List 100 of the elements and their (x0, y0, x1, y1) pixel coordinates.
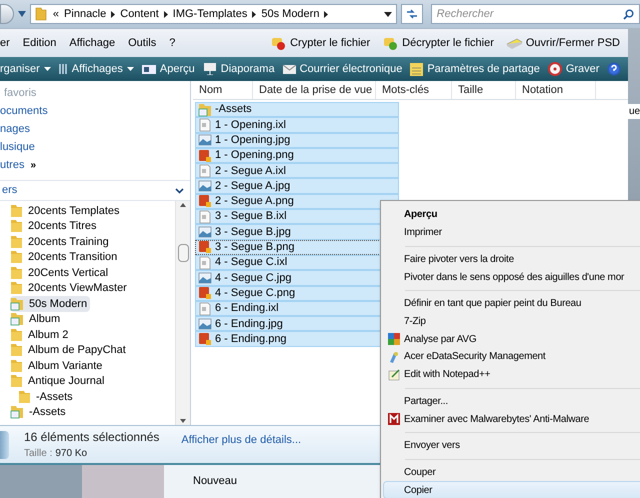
dropdown-arrow-icon[interactable] (384, 12, 392, 16)
scrollbar[interactable] (175, 201, 190, 425)
menu-item[interactable]: er (0, 34, 10, 52)
toolbar-button[interactable]: Aperçu (142, 60, 195, 78)
toolbar-button[interactable]: Courrier électronique (282, 60, 402, 78)
column-header[interactable]: Taille (452, 81, 516, 99)
menu-item[interactable]: Edition (22, 34, 56, 52)
tree-item[interactable]: 50s Modern (10, 296, 90, 312)
file-row[interactable]: 2 - Segue A.ixl (195, 163, 399, 178)
image-icon (198, 133, 212, 148)
folder-icon (10, 219, 23, 234)
toolbar-button[interactable]: Affichages (58, 60, 134, 78)
envelope-icon (282, 64, 296, 74)
menu-item[interactable]: Acer eDataSecurity Management (383, 348, 640, 366)
breadcrumb[interactable]: IMG-Templates (172, 6, 248, 22)
file-row[interactable]: 1 - Opening.ixl (195, 117, 399, 133)
toolbar-button[interactable]: Diaporama (202, 60, 275, 78)
document-icon (198, 210, 212, 224)
size-label: Taille : (24, 447, 52, 461)
scroll-down-icon[interactable] (180, 419, 186, 423)
image-folder-icon (198, 102, 212, 117)
m-logo-icon (388, 413, 400, 426)
command-button[interactable]: Décrypter le fichier (382, 34, 494, 52)
overflow-button[interactable]: « (52, 6, 60, 22)
menu-item[interactable]: Partager... (383, 392, 640, 410)
file-row[interactable]: 1 - Opening.png (195, 148, 399, 164)
chevron-down-icon[interactable] (175, 188, 184, 194)
more-button[interactable]: » (30, 158, 36, 172)
dropdown-arrow-icon (126, 67, 134, 71)
tree-item[interactable]: Album Variante (10, 358, 106, 374)
refresh-icon (406, 9, 418, 19)
menu-item[interactable]: Edit with Notepad++ (383, 366, 640, 384)
help-icon (607, 62, 622, 76)
chevron-right-icon[interactable] (111, 10, 116, 18)
picture-icon (198, 332, 212, 346)
document-icon (198, 164, 212, 178)
image-folder-icon (10, 312, 24, 326)
column-header[interactable]: Nom (193, 81, 253, 99)
menu-item[interactable]: Affichage (69, 34, 116, 52)
menu-item[interactable]: Outils (128, 34, 156, 52)
files-icon (0, 430, 9, 458)
chevron-right-icon[interactable] (324, 10, 328, 18)
menu-item[interactable]: Copier (383, 481, 640, 498)
help-button[interactable] (607, 62, 622, 76)
favorite-link[interactable]: ocuments (0, 102, 190, 120)
tree-item[interactable]: Album (10, 312, 64, 327)
tree-item[interactable]: 20cents Transition (10, 250, 120, 265)
command-button[interactable]: Ouvrir/Fermer PSD (506, 34, 620, 52)
folder-icon (10, 281, 23, 296)
folder-icon (10, 343, 23, 358)
document-icon (198, 302, 212, 316)
column-header[interactable]: Notation (516, 81, 596, 99)
tree-item[interactable]: 20cents Training (10, 234, 112, 250)
tree-item[interactable]: -Assets (18, 389, 76, 404)
tree-item[interactable]: Antique Journal (10, 374, 108, 389)
menu-item[interactable]: Examiner avec Malwarebytes' Anti-Malware (383, 410, 640, 428)
breadcrumb[interactable]: Content (120, 6, 159, 22)
toolbar-button[interactable]: Graver (548, 60, 600, 78)
menu-item[interactable]: Nouveau (193, 473, 238, 490)
column-header[interactable]: Date de la prise de vue (253, 81, 376, 99)
scroll-thumb[interactable] (178, 244, 188, 262)
tree-item[interactable]: -Assets (10, 404, 69, 420)
favorite-link[interactable]: nages (0, 120, 190, 138)
tree-item[interactable]: 20cents Templates (10, 203, 123, 218)
image-icon (198, 316, 212, 331)
toolbar-button[interactable]: Paramètres de partage (410, 60, 540, 78)
refresh-button[interactable] (400, 4, 423, 24)
disc-icon (548, 62, 562, 76)
tree-item[interactable]: Album 2 (10, 327, 72, 342)
size-value: 970 Ko (55, 447, 88, 461)
toolbar-button[interactable]: rganiser (0, 60, 51, 78)
tree-item[interactable]: 20Cents Vertical (10, 265, 112, 280)
file-row[interactable]: -Assets (195, 102, 399, 118)
chevron-right-icon[interactable] (164, 10, 168, 18)
folder-icon (18, 390, 31, 404)
favorite-link[interactable]: lusique (0, 138, 190, 156)
command-button[interactable]: Crypter le fichier (270, 34, 370, 52)
picture-icon (198, 194, 212, 208)
breadcrumb[interactable]: 50s Modern (261, 6, 320, 22)
tree-item[interactable]: Album de PapyChat (10, 342, 129, 358)
file-row[interactable]: 1 - Opening.jpg (195, 132, 399, 148)
picture-icon (198, 286, 212, 300)
file-row[interactable]: 2 - Segue A.jpg (195, 178, 399, 194)
details-link[interactable]: Afficher plus de détails... (181, 432, 302, 448)
tree-item[interactable]: 20cents ViewMaster (10, 280, 130, 296)
column-header[interactable]: Mots-clés (376, 81, 452, 99)
back-button[interactable] (0, 4, 14, 24)
tree-item[interactable]: 20cents Titres (10, 218, 100, 234)
breadcrumb[interactable]: Pinnacle (64, 6, 106, 22)
picture-icon (198, 148, 212, 163)
folders-header[interactable]: ers (2, 182, 18, 199)
scroll-up-icon[interactable] (180, 203, 186, 207)
menu-item[interactable]: Couper (383, 464, 640, 482)
menu-item[interactable]: ? (169, 34, 176, 52)
chevron-right-icon[interactable] (252, 10, 256, 18)
address-field[interactable]: « Pinnacle Content IMG-Templates 50s Modern (30, 4, 397, 24)
menu-item[interactable]: Envoyer vers (383, 436, 640, 455)
projector-screen-icon (202, 63, 217, 75)
favorite-link[interactable]: utres (0, 156, 24, 174)
folder-icon (10, 234, 23, 249)
